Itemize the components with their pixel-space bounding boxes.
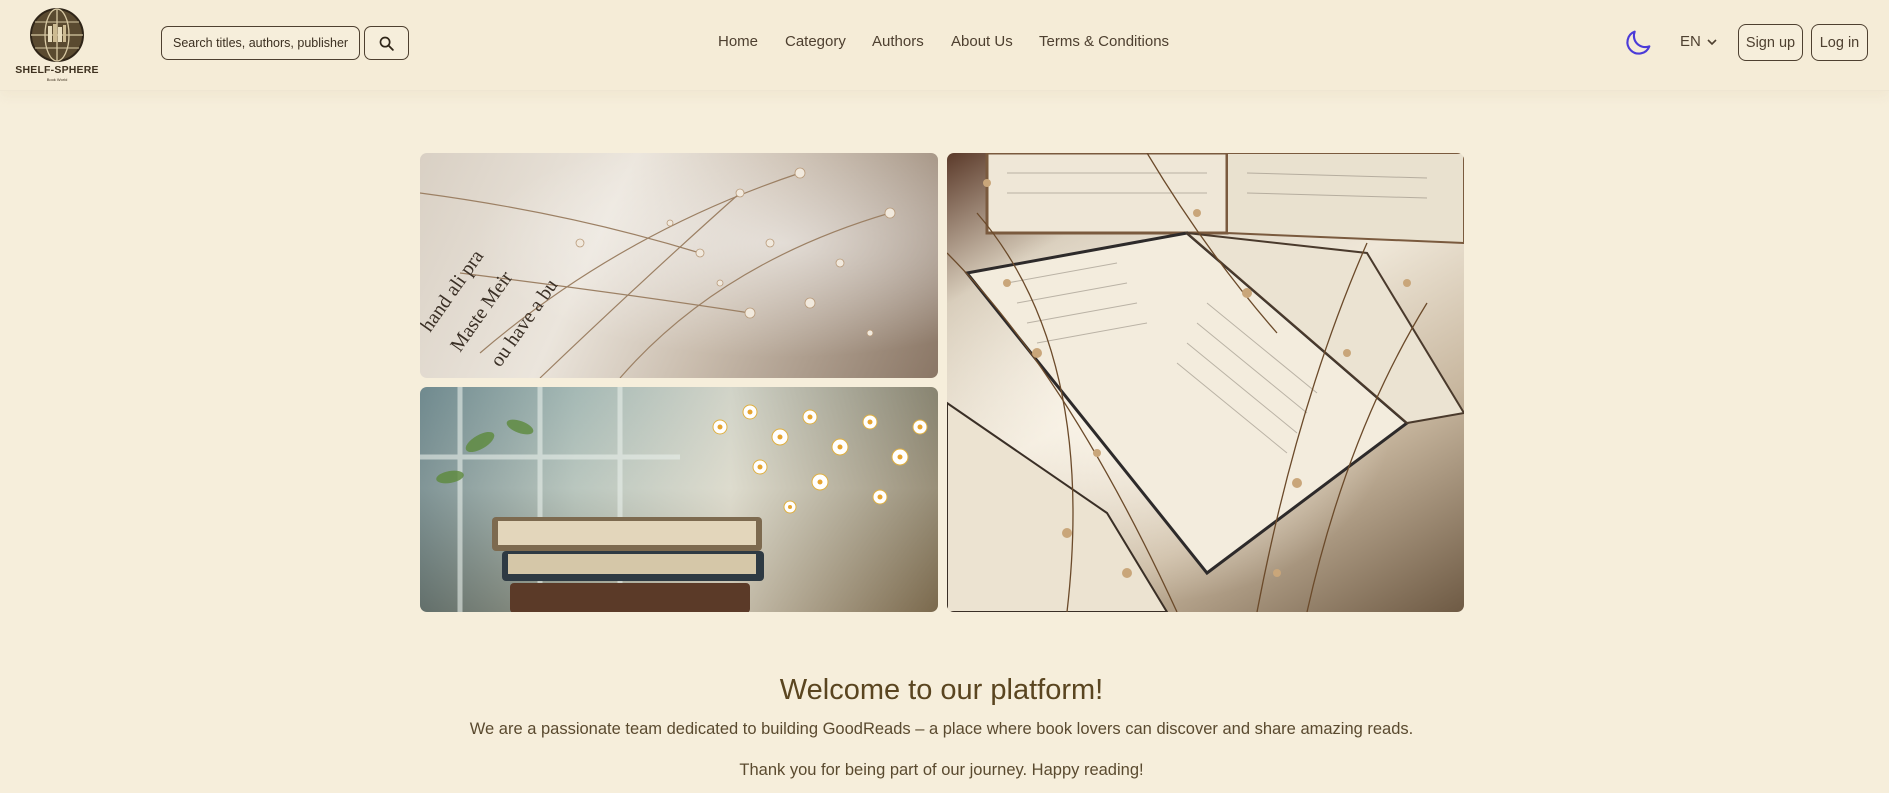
welcome-description: We are a passionate team dedicated to bu… [469,720,1414,738]
language-selector[interactable]: EN [1680,33,1718,50]
login-button[interactable]: Log in [1811,24,1868,61]
search-button[interactable] [364,26,409,60]
gallery-image-3 [947,153,1464,612]
moon-icon [1626,30,1651,55]
brand-name: SHELF-SPHERE [15,64,99,76]
gallery-image-1: hand ali pra Maste Meir ou have a bu [420,153,938,378]
brand-tagline: Book World [46,77,68,82]
search-icon [379,36,394,51]
welcome-title: Welcome to our platform! [779,674,1104,706]
language-label: EN [1680,33,1701,50]
top-header: SHELF-SPHERE Book World Home Category Au… [0,0,1889,91]
nav-authors[interactable]: Authors [872,33,924,50]
chevron-down-icon [1707,38,1717,45]
nav-home[interactable]: Home [718,33,758,50]
nav-about-us[interactable]: About Us [951,33,1013,50]
brand-logo[interactable]: SHELF-SPHERE Book World [14,7,100,82]
nav-terms-conditions[interactable]: Terms & Conditions [1039,33,1169,50]
gallery-image-2 [420,387,938,612]
welcome-thanks: Thank you for being part of our journey.… [739,761,1144,779]
signup-button[interactable]: Sign up [1738,24,1803,61]
theme-toggle-button[interactable] [1622,27,1654,64]
nav-category[interactable]: Category [785,33,846,50]
globe-logo-icon [30,8,84,62]
search-input[interactable] [161,26,360,60]
